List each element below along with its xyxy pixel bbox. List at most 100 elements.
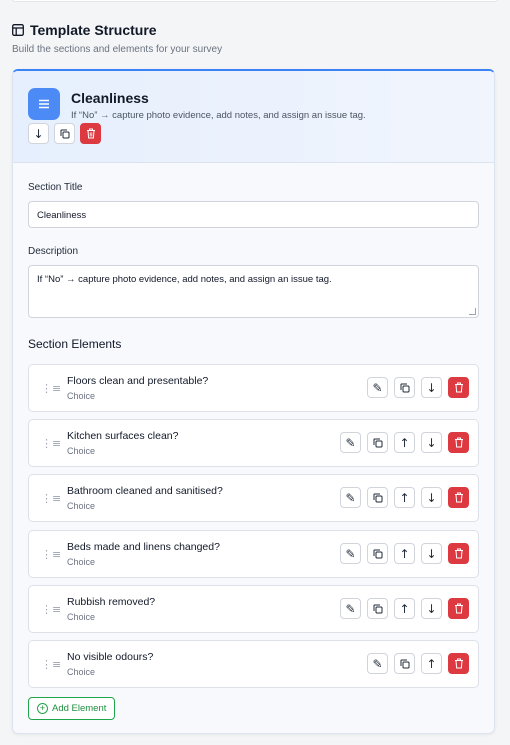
move-element-down-button[interactable]: ↓	[421, 487, 442, 508]
delete-element-button[interactable]	[448, 377, 469, 398]
copy-icon	[400, 659, 409, 668]
duplicate-element-button[interactable]	[394, 377, 415, 398]
trash-icon	[454, 382, 463, 393]
edit-element-button[interactable]: ✎	[340, 487, 361, 508]
duplicate-section-button[interactable]	[54, 123, 75, 144]
section-card-header[interactable]: Cleanliness If “No” → capture photo evid…	[13, 71, 494, 163]
pencil-icon: ✎	[345, 601, 356, 616]
duplicate-element-button[interactable]	[367, 543, 388, 564]
edit-element-button[interactable]: ✎	[340, 432, 361, 453]
section-actions: ↓	[28, 123, 101, 144]
arrow-down-icon: ↓	[33, 126, 44, 141]
add-element-button[interactable]: + Add Element	[28, 697, 116, 720]
move-element-up-button[interactable]: ↑	[394, 487, 415, 508]
drag-handle-icon[interactable]: ⋮≡	[41, 492, 61, 505]
section-title: Cleanliness	[71, 90, 149, 106]
duplicate-element-button[interactable]	[394, 653, 415, 674]
trash-icon	[454, 658, 463, 669]
move-element-down-button[interactable]: ↓	[421, 377, 442, 398]
list-icon	[28, 88, 60, 120]
duplicate-element-button[interactable]	[367, 598, 388, 619]
arrow-down-icon: ↓	[426, 601, 437, 616]
element-name: Floors clean and presentable?	[67, 375, 209, 387]
trash-icon	[454, 548, 463, 559]
element-name: Bathroom cleaned and sanitised?	[67, 485, 223, 497]
section-title-value: Cleanliness	[37, 210, 87, 221]
duplicate-element-button[interactable]	[367, 487, 388, 508]
trash-icon	[454, 492, 463, 503]
trash-icon	[454, 603, 463, 614]
element-type: Choice	[67, 446, 96, 456]
move-element-up-button[interactable]: ↑	[394, 432, 415, 453]
element-actions: ✎ ↑ ↓	[340, 543, 469, 564]
previous-panel-edge	[10, 0, 500, 2]
arrow-down-icon: ↓	[426, 435, 437, 450]
page-title: Template Structure	[12, 22, 222, 38]
copy-icon	[373, 549, 382, 558]
element-row[interactable]: ⋮≡ Beds made and linens changed? Choice …	[28, 530, 479, 578]
arrow-down-icon: ↓	[426, 380, 437, 395]
element-name: Kitchen surfaces clean?	[67, 430, 179, 442]
drag-handle-icon[interactable]: ⋮≡	[41, 548, 61, 561]
element-actions: ✎ ↓	[367, 377, 469, 398]
copy-icon	[373, 493, 382, 502]
element-name: Rubbish removed?	[67, 596, 156, 608]
move-element-down-button[interactable]: ↓	[421, 543, 442, 564]
page-title-text: Template Structure	[30, 22, 157, 38]
move-element-up-button[interactable]: ↑	[421, 653, 442, 674]
copy-icon	[60, 129, 69, 138]
copy-icon	[373, 438, 382, 447]
delete-section-button[interactable]	[80, 123, 101, 144]
delete-element-button[interactable]	[448, 487, 469, 508]
edit-element-button[interactable]: ✎	[340, 543, 361, 564]
element-row[interactable]: ⋮≡ Kitchen surfaces clean? Choice ✎ ↑ ↓	[28, 419, 479, 467]
duplicate-element-button[interactable]	[367, 432, 388, 453]
move-section-down-button[interactable]: ↓	[28, 123, 49, 144]
move-element-up-button[interactable]: ↑	[394, 543, 415, 564]
element-row[interactable]: ⋮≡ No visible odours? Choice ✎ ↑	[28, 640, 479, 688]
arrow-up-icon: ↑	[399, 601, 410, 616]
section-card: Cleanliness If “No” → capture photo evid…	[12, 69, 495, 734]
template-structure-header: Template Structure Build the sections an…	[12, 22, 222, 55]
description-textarea[interactable]: If “No” → capture photo evidence, add no…	[28, 265, 479, 318]
section-title-input[interactable]: Cleanliness	[28, 201, 479, 228]
trash-icon	[86, 128, 95, 139]
edit-element-button[interactable]: ✎	[340, 598, 361, 619]
delete-element-button[interactable]	[448, 432, 469, 453]
pencil-icon: ✎	[372, 380, 383, 395]
description-value: If “No” → capture photo evidence, add no…	[37, 274, 332, 285]
add-element-label: Add Element	[52, 703, 107, 714]
element-row[interactable]: ⋮≡ Floors clean and presentable? Choice …	[28, 364, 479, 412]
drag-handle-icon[interactable]: ⋮≡	[41, 658, 61, 671]
element-type: Choice	[67, 612, 96, 622]
delete-element-button[interactable]	[448, 543, 469, 564]
move-element-up-button[interactable]: ↑	[394, 598, 415, 619]
element-type: Choice	[67, 667, 96, 677]
trash-icon	[454, 437, 463, 448]
arrow-up-icon: ↑	[399, 435, 410, 450]
drag-handle-icon[interactable]: ⋮≡	[41, 603, 61, 616]
drag-handle-icon[interactable]: ⋮≡	[41, 382, 61, 395]
move-element-down-button[interactable]: ↓	[421, 598, 442, 619]
edit-element-button[interactable]: ✎	[367, 377, 388, 398]
arrow-up-icon: ↑	[399, 490, 410, 505]
drag-handle-icon[interactable]: ⋮≡	[41, 437, 61, 450]
pencil-icon: ✎	[345, 435, 356, 450]
element-actions: ✎ ↑ ↓	[340, 487, 469, 508]
copy-icon	[400, 383, 409, 392]
element-row[interactable]: ⋮≡ Rubbish removed? Choice ✎ ↑ ↓	[28, 585, 479, 633]
element-actions: ✎ ↑ ↓	[340, 598, 469, 619]
arrow-up-icon: ↑	[426, 656, 437, 671]
element-actions: ✎ ↑	[367, 653, 469, 674]
resize-handle[interactable]	[469, 308, 476, 315]
element-type: Choice	[67, 557, 96, 567]
delete-element-button[interactable]	[448, 598, 469, 619]
element-type: Choice	[67, 391, 96, 401]
element-row[interactable]: ⋮≡ Bathroom cleaned and sanitised? Choic…	[28, 474, 479, 522]
arrow-up-icon: ↑	[399, 546, 410, 561]
delete-element-button[interactable]	[448, 653, 469, 674]
move-element-down-button[interactable]: ↓	[421, 432, 442, 453]
arrow-down-icon: ↓	[426, 490, 437, 505]
copy-icon	[373, 604, 382, 613]
edit-element-button[interactable]: ✎	[367, 653, 388, 674]
